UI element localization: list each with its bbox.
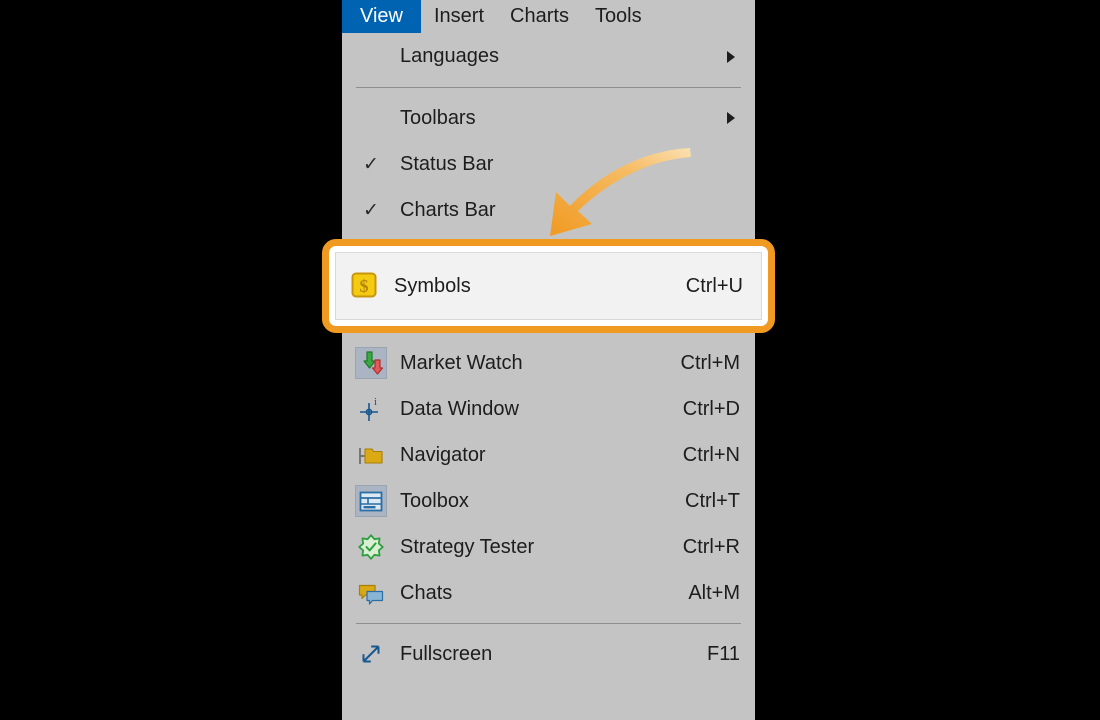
menu-item-chats[interactable]: Chats Alt+M (342, 570, 755, 616)
menu-separator (356, 87, 741, 88)
menu-item-navigator-accel: Ctrl+N (682, 443, 740, 466)
menu-item-data-window[interactable]: i Data Window Ctrl+D (342, 386, 755, 432)
strategy-tester-icon (356, 532, 386, 562)
menu-item-fullscreen-accel: F11 (707, 642, 740, 665)
menu-item-symbols-accel: Ctrl+U (685, 274, 743, 297)
menu-item-symbols-highlighted[interactable]: $ Symbols Ctrl+U (335, 252, 762, 320)
menu-item-charts-bar-gutter: ✓ (342, 187, 400, 233)
menu-item-languages[interactable]: Languages (342, 33, 755, 80)
menu-item-toolbars[interactable]: Toolbars (342, 95, 755, 141)
menu-item-toolbars-gutter (342, 95, 400, 141)
menu-item-chats-accel: Alt+M (688, 581, 740, 604)
menu-item-fullscreen-gutter (342, 631, 400, 677)
menu-item-chats-label: Chats (400, 581, 453, 604)
data-window-icon: i (356, 394, 386, 424)
symbols-highlight-callout: $ Symbols Ctrl+U (322, 239, 775, 333)
menubar-item-charts[interactable]: Charts (497, 0, 582, 33)
menu-item-market-watch-label: Market Watch (400, 351, 523, 374)
view-dropdown-menu: Languages Toolbars ✓ Status Bar ✓ Charts… (342, 33, 755, 720)
menubar-item-insert[interactable]: Insert (421, 0, 497, 33)
menu-item-strategy-tester-gutter (342, 524, 400, 570)
menu-item-market-watch-accel: Ctrl+M (680, 351, 740, 374)
menu-item-navigator-gutter (342, 432, 400, 478)
chats-icon (356, 578, 386, 608)
menu-item-status-bar-gutter: ✓ (342, 141, 400, 187)
menu-item-data-window-accel: Ctrl+D (682, 397, 740, 420)
checkmark-icon: ✓ (363, 199, 379, 221)
menu-item-fullscreen[interactable]: Fullscreen F11 (342, 631, 755, 677)
screenshot-stage: View Insert Charts Tools Languages Toolb… (0, 0, 1100, 720)
menu-item-charts-bar[interactable]: ✓ Charts Bar (342, 187, 755, 233)
menu-item-strategy-tester[interactable]: Strategy Tester Ctrl+R (342, 524, 755, 570)
menu-item-languages-gutter (342, 34, 400, 80)
menu-item-status-bar[interactable]: ✓ Status Bar (342, 141, 755, 187)
toolbox-icon (355, 485, 387, 517)
menu-item-navigator-label: Navigator (400, 443, 486, 466)
menubar-item-tools[interactable]: Tools (582, 0, 655, 33)
menu-item-market-watch-gutter (342, 340, 400, 386)
menu-item-symbols-label: Symbols (394, 274, 471, 297)
menu-item-toolbox-accel: Ctrl+T (685, 489, 740, 512)
menu-item-strategy-tester-label: Strategy Tester (400, 535, 535, 558)
menu-item-charts-bar-label: Charts Bar (400, 198, 496, 221)
chevron-right-icon (727, 112, 735, 124)
menubar-item-view[interactable]: View (342, 0, 421, 33)
menu-item-symbols-gutter: $ (336, 271, 394, 301)
menubar-item-charts-label: Charts (510, 5, 569, 27)
menu-item-toolbars-label: Toolbars (400, 106, 476, 129)
menu-item-strategy-tester-accel: Ctrl+R (682, 535, 740, 558)
application-menu-bar: View Insert Charts Tools (342, 0, 755, 33)
menu-item-data-window-gutter: i (342, 386, 400, 432)
menu-item-toolbox-gutter (342, 478, 400, 524)
menu-item-status-bar-label: Status Bar (400, 152, 494, 175)
menu-item-data-window-label: Data Window (400, 397, 519, 420)
dollar-symbol-icon: $ (350, 271, 380, 301)
checkmark-icon: ✓ (363, 153, 379, 175)
menu-item-toolbox[interactable]: Toolbox Ctrl+T (342, 478, 755, 524)
chevron-right-icon (727, 50, 735, 63)
menu-item-languages-label: Languages (400, 45, 499, 67)
menu-item-chats-gutter (342, 570, 400, 616)
fullscreen-icon (356, 639, 386, 669)
menubar-item-insert-label: Insert (434, 5, 485, 27)
menu-item-fullscreen-label: Fullscreen (400, 642, 493, 665)
menu-item-navigator[interactable]: Navigator Ctrl+N (342, 432, 755, 478)
menubar-item-tools-label: Tools (594, 5, 642, 27)
svg-text:i: i (374, 396, 377, 408)
menu-separator (356, 623, 741, 624)
market-watch-icon (355, 347, 387, 379)
menubar-item-view-label: View (360, 5, 403, 27)
menu-item-toolbox-label: Toolbox (400, 489, 469, 512)
svg-text:$: $ (360, 276, 369, 296)
navigator-folder-icon (356, 440, 386, 470)
menu-item-market-watch[interactable]: Market Watch Ctrl+M (342, 340, 755, 386)
